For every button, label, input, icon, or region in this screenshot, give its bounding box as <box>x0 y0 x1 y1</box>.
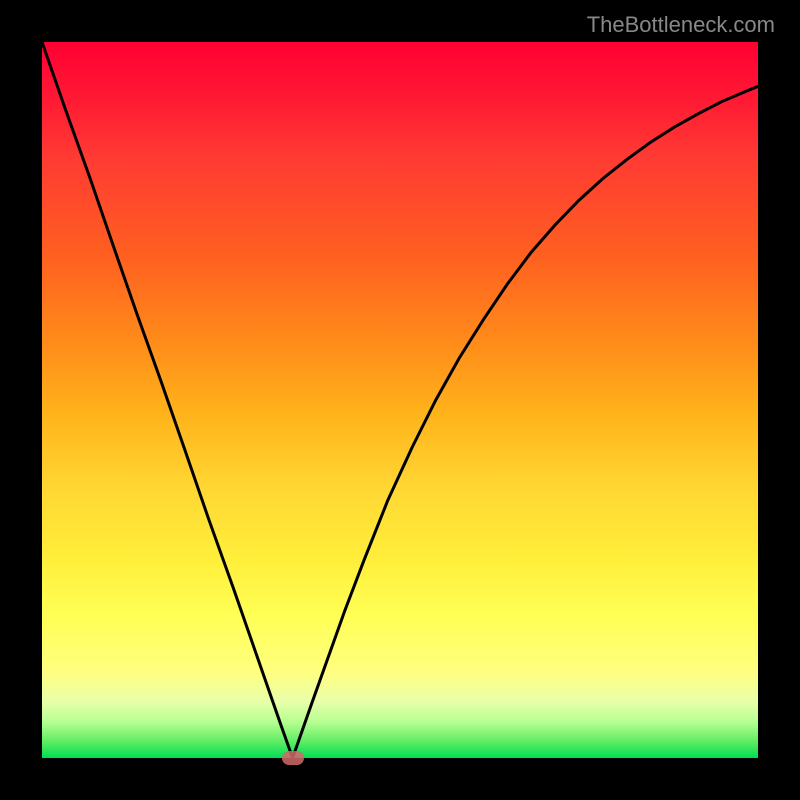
watermark-text: TheBottleneck.com <box>587 12 775 38</box>
minimum-marker <box>282 751 304 765</box>
curve-svg <box>42 42 758 758</box>
chart-frame: TheBottleneck.com <box>0 0 800 800</box>
bottleneck-curve <box>42 42 758 758</box>
plot-area <box>42 42 758 758</box>
